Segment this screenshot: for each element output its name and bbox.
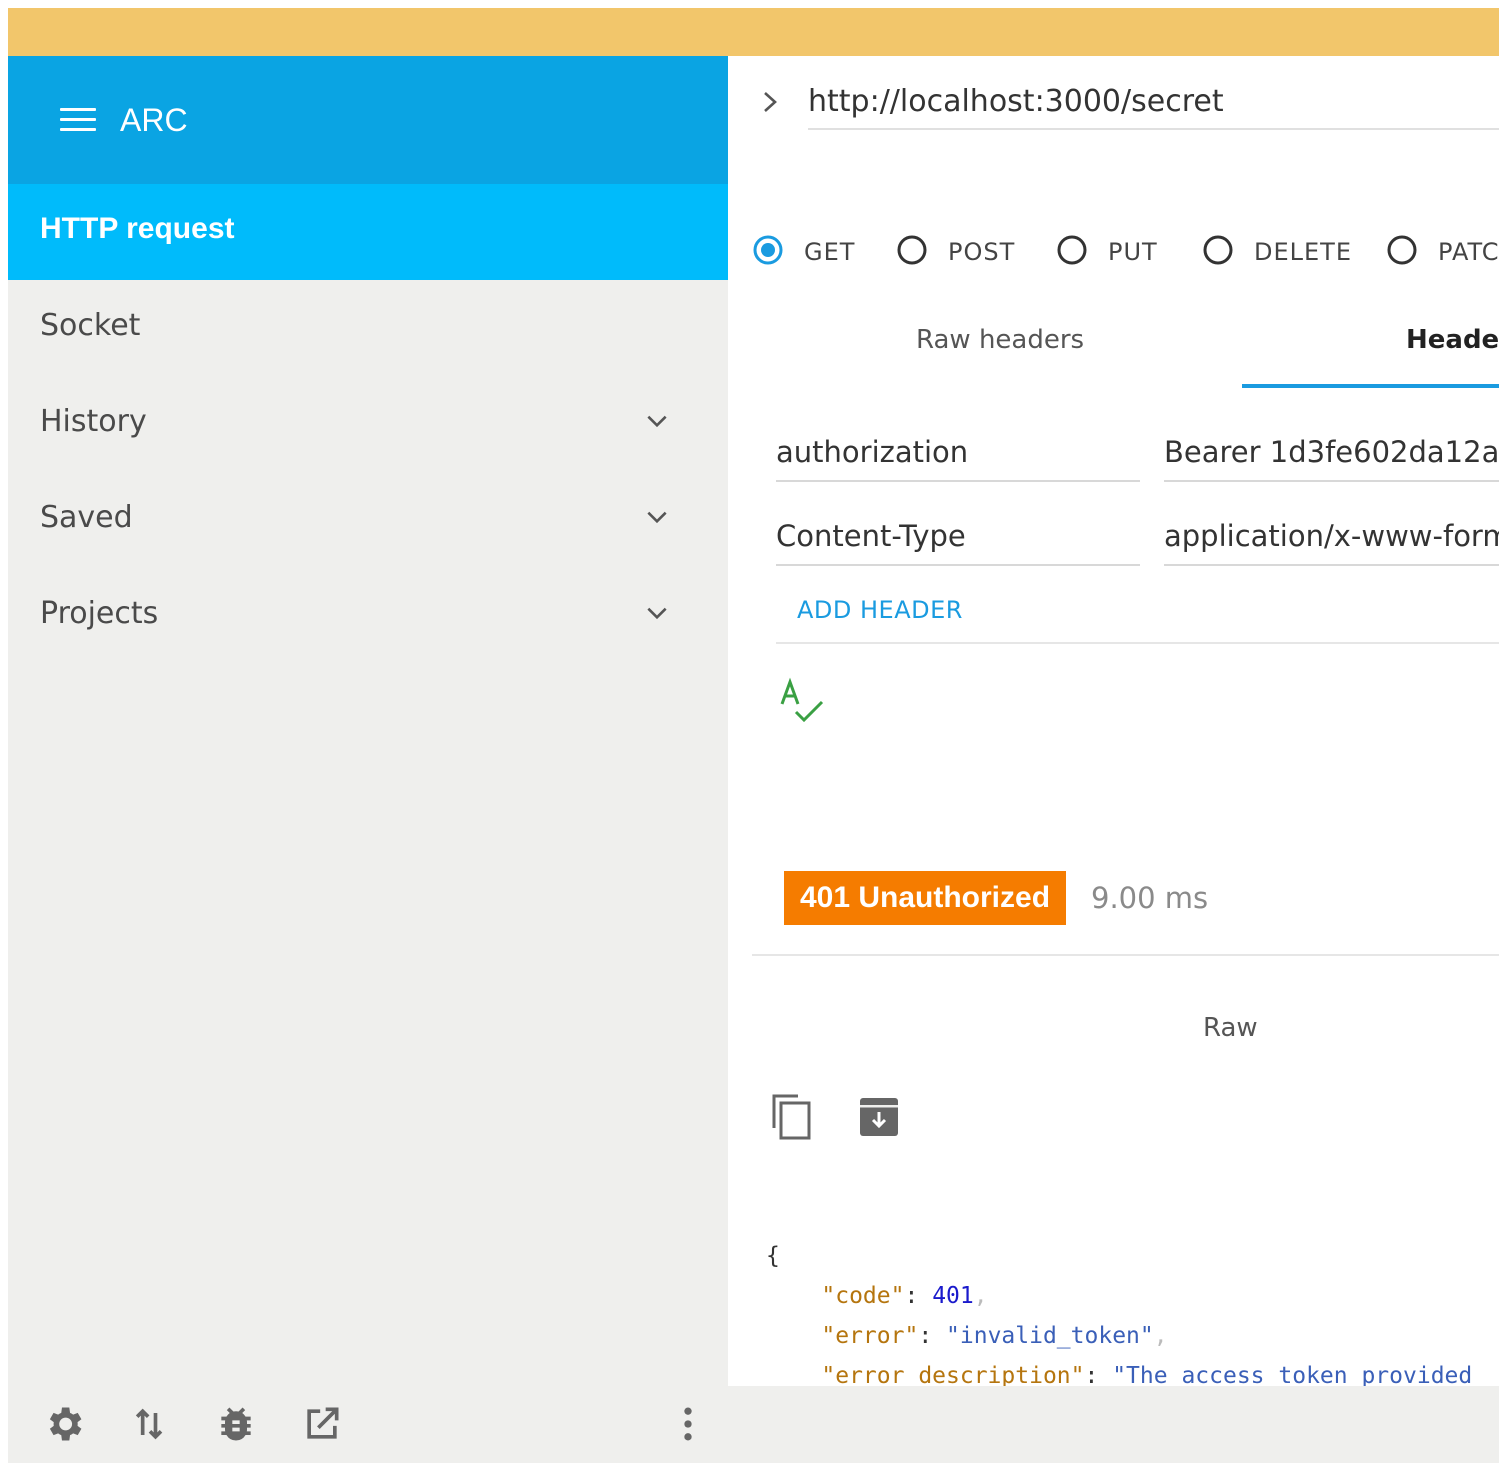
sidebar-item-saved[interactable]: Saved	[8, 472, 728, 568]
bug-icon[interactable]	[214, 1402, 258, 1446]
json-key: "error_description"	[821, 1363, 1085, 1386]
radio-unchecked-icon	[897, 235, 927, 265]
bottom-toolbar	[8, 1386, 1499, 1463]
divider	[752, 954, 1499, 956]
swap-vertical-icon[interactable]	[128, 1402, 172, 1446]
divider	[776, 642, 1499, 644]
app-header: ARC	[8, 56, 728, 184]
code-brace: {	[766, 1243, 780, 1269]
sidebar-item-http-request[interactable]: HTTP request	[8, 184, 728, 280]
radio-unchecked-icon	[1387, 235, 1417, 265]
menu-icon[interactable]	[60, 106, 100, 136]
method-label: PATCH	[1438, 238, 1499, 266]
radio-unchecked-icon	[1057, 235, 1087, 265]
json-key: "code"	[821, 1283, 905, 1309]
header-name-input[interactable]: authorization	[776, 428, 1140, 482]
sidebar-item-history[interactable]: History	[8, 376, 728, 472]
chevron-down-icon[interactable]	[644, 408, 670, 434]
gear-icon[interactable]	[42, 1402, 86, 1446]
tab-raw-headers[interactable]: Raw headers	[916, 320, 1084, 360]
window-top-bar	[8, 8, 1499, 56]
chevron-down-icon[interactable]	[644, 504, 670, 530]
tab-headers[interactable]: Headers	[1406, 320, 1499, 360]
json-string: "invalid_token"	[946, 1323, 1154, 1349]
response-time: 9.00 ms	[1091, 881, 1209, 915]
open-in-new-icon[interactable]	[300, 1402, 344, 1446]
more-vertical-icon[interactable]	[666, 1402, 710, 1446]
sidebar: ARC HTTP request Socket History Saved Pr…	[8, 56, 728, 1386]
method-label: GET	[804, 238, 856, 266]
sidebar-item-label: Saved	[40, 500, 133, 535]
header-value-input[interactable]: Bearer 1d3fe602da12a0	[1164, 428, 1499, 482]
status-badge: 401 Unauthorized	[784, 871, 1066, 925]
chevron-right-icon[interactable]	[758, 88, 782, 116]
sidebar-item-socket[interactable]: Socket	[8, 280, 728, 376]
header-value-input[interactable]: application/x-www-form-urlencoded	[1164, 512, 1499, 566]
json-key: "error"	[821, 1323, 919, 1349]
sidebar-item-projects[interactable]: Projects	[8, 568, 728, 664]
copy-icon[interactable]	[770, 1092, 814, 1142]
url-input[interactable]: http://localhost:3000/secret	[808, 80, 1499, 130]
header-name-input[interactable]: Content-Type	[776, 512, 1140, 566]
chevron-down-icon[interactable]	[644, 600, 670, 626]
response-body: { "code": 401, "error": "invalid_token",…	[766, 1236, 1499, 1386]
method-radio-patch[interactable]: PATCH	[1386, 232, 1499, 272]
sidebar-item-label: Projects	[40, 596, 159, 631]
method-label: POST	[948, 238, 1016, 266]
save-icon[interactable]	[858, 1096, 900, 1138]
method-label: PUT	[1108, 238, 1158, 266]
radio-unchecked-icon	[1203, 235, 1233, 265]
spellcheck-icon[interactable]	[778, 676, 826, 728]
radio-checked-icon	[753, 235, 783, 265]
sidebar-item-label: History	[40, 404, 147, 439]
add-header-button[interactable]: ADD HEADER	[797, 594, 963, 626]
json-number: 401	[932, 1283, 974, 1309]
sidebar-item-label: Socket	[40, 308, 141, 343]
json-string: "The access token provided	[1112, 1363, 1473, 1386]
tab-raw[interactable]: Raw	[1203, 1008, 1258, 1048]
sidebar-item-label: HTTP request	[40, 212, 235, 245]
active-tab-indicator	[1242, 384, 1499, 388]
method-label: DELETE	[1254, 238, 1353, 266]
app-title: ARC	[120, 102, 188, 138]
